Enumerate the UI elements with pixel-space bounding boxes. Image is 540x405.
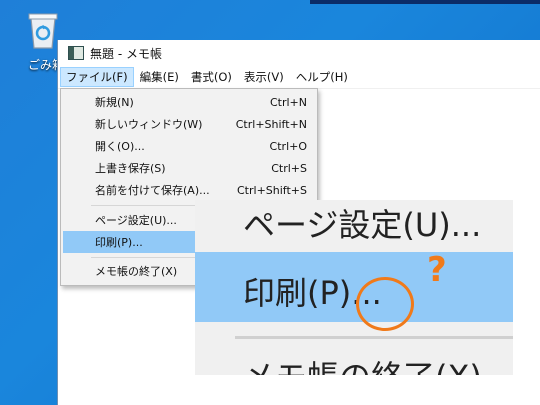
menu-item-new[interactable]: 新規(N) Ctrl+N [63,91,315,113]
menu-edit[interactable]: 編集(E) [134,67,185,87]
menu-item-label: 名前を付けて保存(A)... [95,184,210,197]
zoom-separator [235,336,513,339]
menu-help[interactable]: ヘルプ(H) [290,67,354,87]
menu-item-label: メモ帳の終了(X) [95,265,178,278]
menu-item-label: ページ設定(U)... [95,214,177,227]
menu-file[interactable]: ファイル(F) [60,67,134,87]
menu-bar: ファイル(F) 編集(E) 書式(O) 表示(V) ヘルプ(H) [58,66,540,89]
taskbar-strip [310,0,540,4]
menu-item-label: 開く(O)... [95,140,145,153]
ellipsis-highlight-circle [356,277,414,331]
notepad-app-icon [68,46,84,60]
zoom-exit-label: メモ帳の終了(X) [243,352,482,375]
menu-item-label: 新規(N) [95,96,134,109]
zoom-page-setup-label: ページ設定(U)... [243,206,482,244]
menu-view[interactable]: 表示(V) [238,67,290,87]
menu-item-shortcut: Ctrl+N [269,95,307,109]
zoom-print-row: 印刷(P)... [195,252,513,322]
window-titlebar[interactable]: 無題 - メモ帳 [58,40,540,66]
menu-item-shortcut: Ctrl+Shift+S [237,183,307,197]
question-mark-annotation: ? [427,250,447,290]
menu-format[interactable]: 書式(O) [185,67,238,87]
menu-item-save[interactable]: 上書き保存(S) Ctrl+S [63,157,315,179]
zoom-exit-row: メモ帳の終了(X) [195,348,513,375]
zoom-page-setup-row: ページ設定(U)... [195,200,513,248]
menu-item-label: 上書き保存(S) [95,162,166,175]
menu-item-label: 印刷(P)... [95,236,143,249]
menu-item-shortcut: Ctrl+Shift+N [235,117,307,131]
zoomed-menu-callout: ページ設定(U)... 印刷(P)... メモ帳の終了(X) [195,200,513,375]
recycle-bin-icon [28,13,58,49]
menu-item-shortcut: Ctrl+O [269,139,307,153]
menu-item-new-window[interactable]: 新しいウィンドウ(W) Ctrl+Shift+N [63,113,315,135]
menu-item-open[interactable]: 開く(O)... Ctrl+O [63,135,315,157]
menu-item-save-as[interactable]: 名前を付けて保存(A)... Ctrl+Shift+S [63,179,315,201]
window-title: 無題 - メモ帳 [90,46,162,61]
menu-item-shortcut: Ctrl+S [271,161,307,175]
menu-item-label: 新しいウィンドウ(W) [95,118,203,131]
